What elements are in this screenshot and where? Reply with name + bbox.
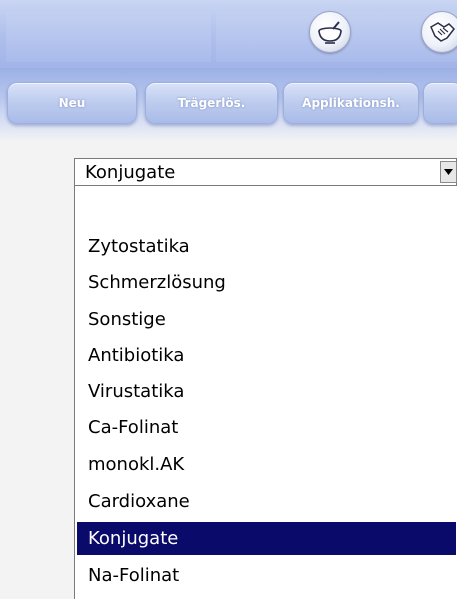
handshake-icon[interactable] [421,11,457,53]
toolbar-segment [6,12,211,62]
dropdown-option[interactable]: Schmerzlösung [77,265,456,299]
dropdown-option[interactable]: Cardioxane [77,484,456,518]
type-select-value: Konjugate [85,162,176,183]
tab-label: Applikationsh. [302,96,400,110]
dropdown-option[interactable]: Virustatika [77,374,456,408]
tab-partial[interactable] [423,82,457,124]
dropdown-option[interactable]: Na-Folinat [77,558,456,592]
type-dropdown-list: Zytostatika Schmerzlösung Sonstige Antib… [74,186,457,599]
type-select[interactable]: Konjugate [74,158,457,186]
dropdown-option[interactable]: Sonstige [77,302,456,336]
mortar-bowl-icon[interactable] [309,11,351,53]
tab-applikationshilfe[interactable]: Applikationsh. [283,82,419,124]
tab-label: Trägerlös. [177,96,246,110]
dropdown-option[interactable]: Antibiotika [77,338,456,372]
dropdown-option-selected[interactable]: Konjugate [77,522,456,555]
dropdown-option[interactable] [77,190,456,224]
dropdown-option[interactable]: Zytostatika [77,229,456,263]
dropdown-option[interactable]: monokl.AK [77,447,456,481]
chevron-down-icon [444,169,453,175]
tab-label: Neu [58,96,86,110]
top-toolbar [0,0,457,68]
dropdown-option[interactable]: Ca-Folinat [77,410,456,444]
tab-neu[interactable]: Neu [7,82,137,124]
dropdown-arrow-button[interactable] [440,161,457,183]
tab-traegerloesung[interactable]: Trägerlös. [145,82,278,124]
